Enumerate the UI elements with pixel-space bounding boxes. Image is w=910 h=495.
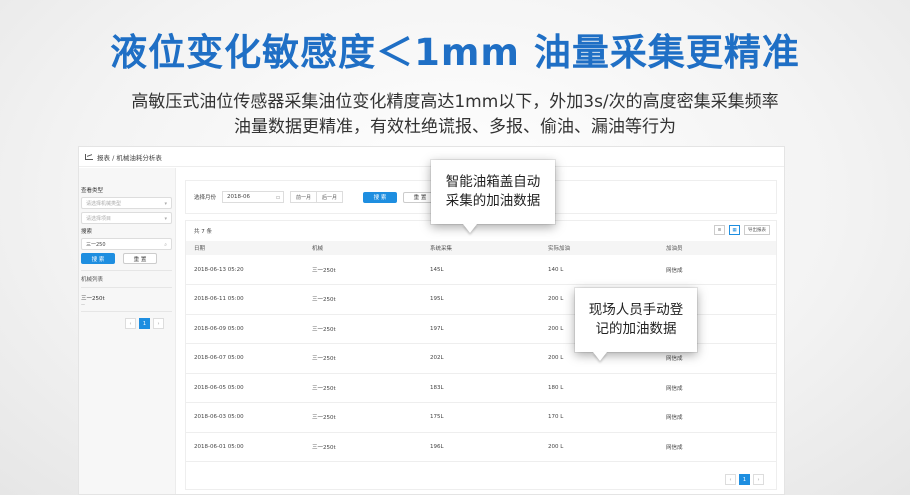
page-1-button[interactable]: 1 (139, 318, 150, 329)
subtitle-line-1: 高敏压式油位传感器采集油位变化精度高达1mm以下，外加3s/次的高度密集采集频率 (131, 92, 779, 112)
callout-text-line: 记的加油数据 (595, 321, 677, 337)
col-system[interactable]: 系统采集 (422, 241, 540, 255)
callout-text-line: 智能油箱盖自动 (445, 174, 541, 190)
callout-text-line: 现场人员手动登 (588, 302, 684, 318)
cell-operator: 网信成 (658, 402, 776, 433)
left-sidebar: 查看类型 请选择机械类型 ▾ 请选择项目 ▾ 搜索 三一250 ⌕ 搜 索 重 … (79, 168, 176, 494)
cell-machine: 三一250t (304, 284, 422, 315)
cell-actual: 140 L (540, 255, 658, 285)
cell-machine: 三一250t (304, 402, 422, 433)
cell-date: 2018-06-05 05:00 (186, 373, 304, 403)
next-page-button[interactable]: › (153, 318, 164, 329)
chart-icon (85, 153, 93, 160)
filter-search-button[interactable]: 搜 索 (363, 191, 398, 203)
machine-list-title: 机械列表 (81, 270, 172, 288)
cell-operator: 网信成 (658, 373, 776, 403)
left-reset-button[interactable]: 重 置 (123, 253, 157, 264)
cell-system: 175L (422, 402, 540, 433)
cell-system: 196L (422, 432, 540, 462)
cell-actual: 170 L (540, 402, 658, 433)
col-machine[interactable]: 机械 (304, 241, 422, 255)
search-label: 搜索 (81, 229, 93, 235)
cell-date: 2018-06-09 05:00 (186, 314, 304, 344)
cell-machine: 三一250t (304, 255, 422, 285)
grid-view-icon[interactable]: ▦ (729, 225, 740, 235)
cell-date: 2018-06-13 05:20 (186, 255, 304, 285)
callout-text-line: 采集的加油数据 (445, 193, 541, 209)
table-tools: ≡ ▦ 导出报表 (714, 225, 770, 235)
cell-system: 145L (422, 255, 540, 285)
cell-actual: 180 L (540, 373, 658, 403)
export-button[interactable]: 导出报表 (744, 225, 770, 235)
manual-data-callout: 现场人员手动登 记的加油数据 (575, 288, 697, 352)
cell-machine: 三一250t (304, 373, 422, 403)
table-pager: ‹ 1 › (725, 474, 764, 485)
table-row[interactable]: 2018-06-01 05:00 三一250t 196L 200 L 网信成 (186, 432, 776, 462)
chevron-down-icon: ▾ (164, 216, 167, 222)
cell-machine: 三一250t (304, 314, 422, 344)
prev-page-button[interactable]: ‹ (125, 318, 136, 329)
cell-system: 183L (422, 373, 540, 403)
col-operator[interactable]: 加油员 (658, 241, 776, 255)
cell-machine: 三一250t (304, 432, 422, 462)
system-data-callout: 智能油箱盖自动 采集的加油数据 (431, 160, 555, 224)
record-count: 共 7 条 (194, 229, 212, 235)
cell-date: 2018-06-11 05:00 (186, 284, 304, 315)
list-view-icon[interactable]: ≡ (714, 225, 725, 235)
machine-list: 三一250t — (81, 288, 172, 312)
cell-operator: 网信成 (658, 432, 776, 462)
cell-system: 202L (422, 343, 540, 374)
type-label: 查看类型 (81, 188, 104, 194)
prev-page-button[interactable]: ‹ (725, 474, 736, 485)
table-row[interactable]: 2018-06-05 05:00 三一250t 183L 180 L 网信成 (186, 373, 776, 403)
machine-list-item[interactable]: 三一250t (81, 294, 172, 302)
month-label: 选择月份 (194, 195, 217, 201)
cell-date: 2018-06-03 05:00 (186, 402, 304, 433)
prev-month-button[interactable]: 前一月 (291, 192, 316, 202)
next-page-button[interactable]: › (753, 474, 764, 485)
left-search-button[interactable]: 搜 索 (81, 253, 115, 264)
search-icon[interactable]: ⌕ (164, 242, 167, 248)
headline: 液位变化敏感度＜1mm 油量采集更精准 (110, 31, 800, 74)
left-pager: ‹ 1 › (125, 318, 172, 329)
month-switch: 前一月 后一月 (290, 191, 344, 203)
machine-list-item-sub: — (81, 302, 85, 307)
cell-machine: 三一250t (304, 343, 422, 374)
col-actual[interactable]: 实际加油 (540, 241, 658, 255)
col-date[interactable]: 日期 (186, 241, 304, 255)
month-picker[interactable]: 2018-06 ▫ (222, 191, 285, 203)
cell-actual: 200 L (540, 432, 658, 462)
cell-system: 197L (422, 314, 540, 344)
report-table-card: 共 7 条 ≡ ▦ 导出报表 日期 机械 系统采集 实际加油 加油员 2018-… (185, 220, 777, 490)
cell-operator: 网信成 (658, 255, 776, 285)
subtitle-line-2: 油量数据更精准，有效杜绝谎报、多报、偷油、漏油等行为 (234, 117, 676, 137)
table-row[interactable]: 2018-06-13 05:20 三一250t 145L 140 L 网信成 (186, 255, 776, 285)
cell-system: 195L (422, 284, 540, 315)
cell-date: 2018-06-01 05:00 (186, 432, 304, 462)
next-month-button[interactable]: 后一月 (316, 192, 342, 202)
breadcrumb-text[interactable]: 报表 / 机械油耗分析表 (97, 152, 162, 162)
chevron-down-icon: ▾ (164, 201, 167, 207)
project-select[interactable]: 请选择项目 ▾ (81, 212, 172, 224)
table-row[interactable]: 2018-06-03 05:00 三一250t 175L 170 L 网信成 (186, 402, 776, 433)
table-header-bar: 共 7 条 ≡ ▦ 导出报表 (186, 221, 776, 241)
calendar-icon: ▫ (275, 194, 281, 201)
cell-date: 2018-06-07 05:00 (186, 343, 304, 374)
search-input[interactable]: 三一250 ⌕ (81, 238, 172, 250)
page-1-button[interactable]: 1 (739, 474, 750, 485)
table-header-row: 日期 机械 系统采集 实际加油 加油员 (186, 241, 776, 255)
machine-type-select[interactable]: 请选择机械类型 ▾ (81, 197, 172, 209)
